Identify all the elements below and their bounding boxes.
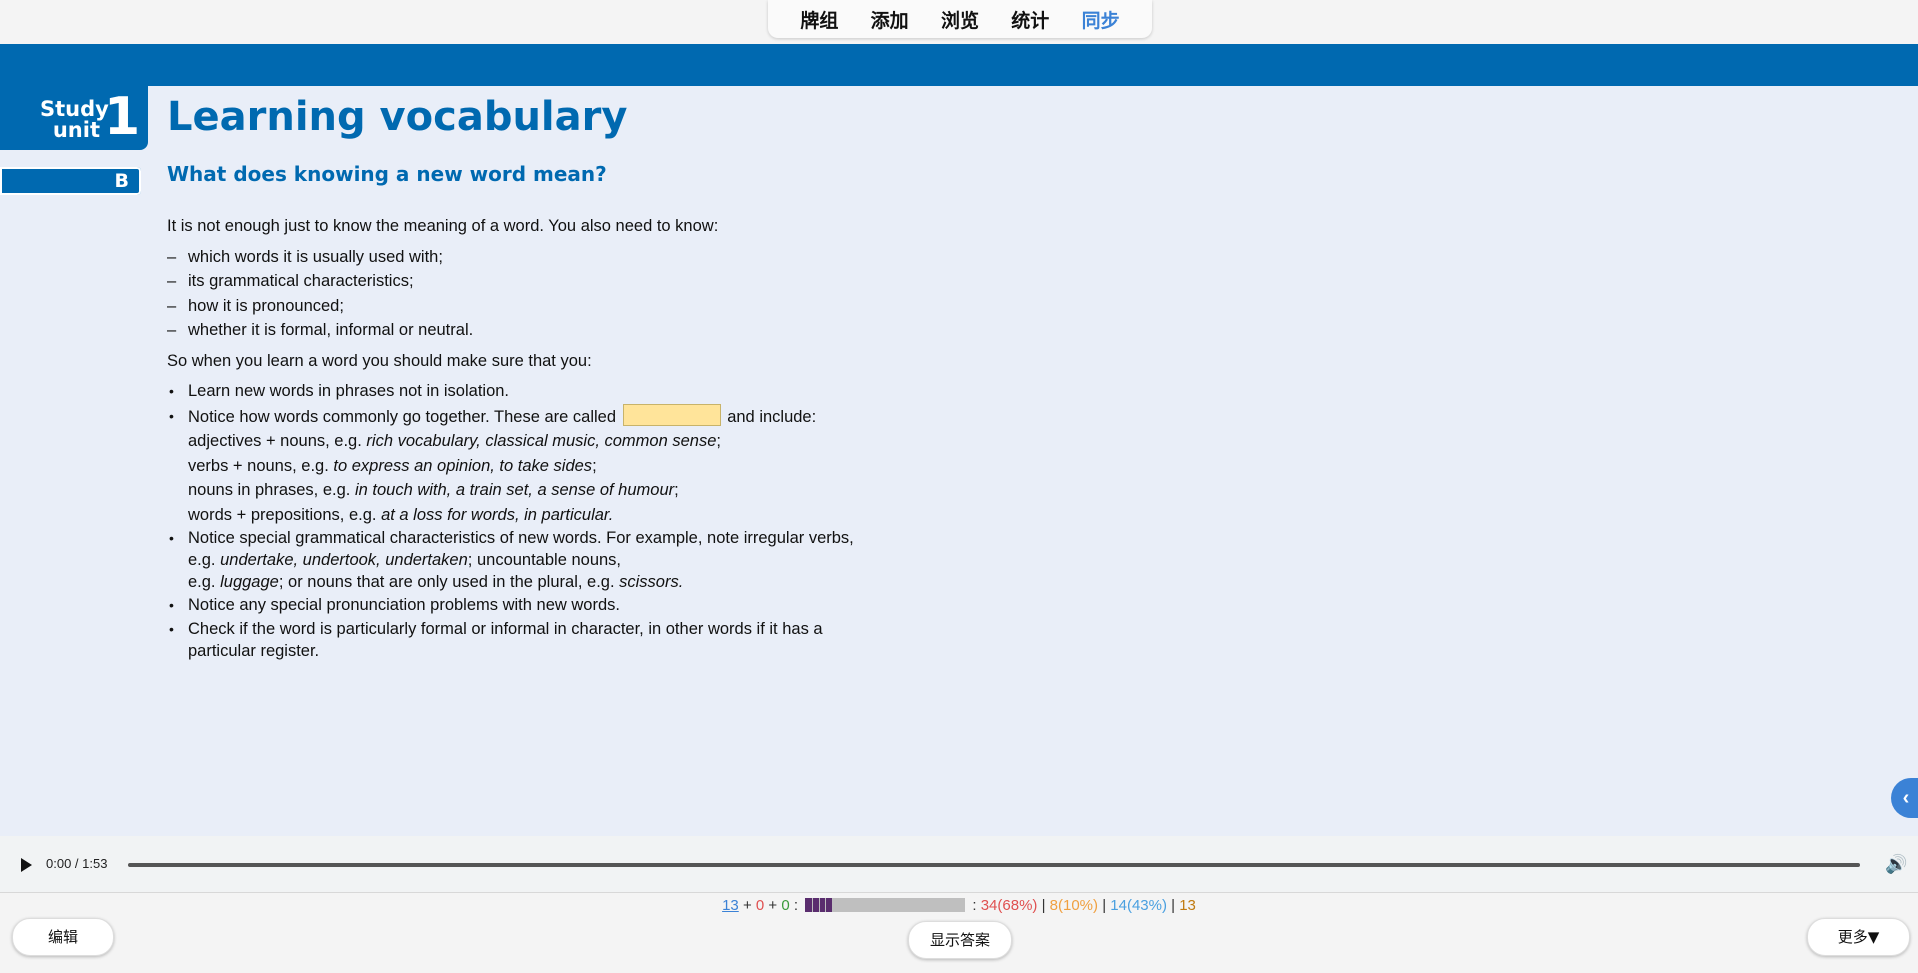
- nav-decks[interactable]: 牌组: [800, 6, 838, 33]
- header-band: [0, 44, 1918, 86]
- card-content: Study unit 1 B Learning vocabulary What …: [0, 44, 1918, 836]
- progress-segment-divider: [812, 898, 814, 912]
- list-item: its grammatical characteristics;: [167, 269, 887, 294]
- progress-segment-divider: [825, 898, 827, 912]
- bottom-bar: 13 + 0 + 0 : : 34(68%) | 8(10%) | 14(43%…: [0, 893, 1918, 973]
- review-stats: 13 + 0 + 0 : : 34(68%) | 8(10%) | 14(43%…: [722, 897, 1196, 914]
- combo-line: verbs + nouns, e.g. to express an opinio…: [188, 456, 597, 475]
- hard-stat: 8(10%): [1049, 897, 1099, 914]
- nav-stats[interactable]: 统计: [1011, 6, 1049, 33]
- list-item: how it is pronounced;: [167, 294, 887, 319]
- study-unit-label: Study unit: [40, 97, 109, 142]
- new-count[interactable]: 13: [722, 897, 739, 914]
- unit-number: 1: [104, 87, 141, 147]
- combo-line: nouns in phrases, e.g. in touch with, a …: [188, 481, 679, 499]
- section-subtitle: What does knowing a new word mean?: [167, 162, 607, 186]
- list-item: which words it is usually used with;: [167, 245, 887, 270]
- tips-list: Learn new words in phrases not in isolat…: [167, 379, 887, 662]
- edit-button[interactable]: 编辑: [12, 918, 114, 956]
- list-item: Notice special grammatical characteristi…: [167, 527, 887, 593]
- review-count: 0: [781, 897, 790, 914]
- play-icon[interactable]: [21, 858, 32, 872]
- top-nav: 牌组 添加 浏览 统计 同步: [768, 0, 1152, 38]
- audio-seek-bar[interactable]: [128, 863, 1860, 867]
- know-list: which words it is usually used with; its…: [167, 245, 887, 343]
- progress-bar: [805, 898, 966, 912]
- show-answer-button[interactable]: 显示答案: [908, 921, 1012, 959]
- cloze-blank[interactable]: [622, 403, 721, 426]
- list-item: Learn new words in phrases not in isolat…: [167, 379, 887, 404]
- progress-segment-divider: [819, 898, 821, 912]
- total-stat: 13: [1179, 897, 1196, 914]
- again-stat: 34(68%): [980, 897, 1038, 914]
- more-button[interactable]: 更多▼: [1807, 918, 1910, 956]
- list-item: Notice how words commonly go together. T…: [167, 403, 887, 528]
- section-letter: B: [114, 170, 129, 192]
- audio-player: 0:00 / 1:53 🔊: [0, 836, 1918, 893]
- good-stat: 14(43%): [1110, 897, 1167, 914]
- list-item: whether it is formal, informal or neutra…: [167, 318, 887, 343]
- audio-time: 0:00 / 1:53: [46, 856, 108, 871]
- page-title: Learning vocabulary: [167, 94, 628, 140]
- list-item: Notice any special pronunciation problem…: [167, 593, 887, 618]
- combo-line: words + prepositions, e.g. at a loss for…: [188, 505, 614, 524]
- learning-count: 0: [755, 897, 765, 914]
- body-text: It is not enough just to know the meanin…: [167, 214, 887, 668]
- nav-browse[interactable]: 浏览: [941, 6, 979, 33]
- chevron-left-icon[interactable]: ‹: [1891, 778, 1918, 818]
- volume-icon[interactable]: 🔊: [1885, 854, 1907, 875]
- so-text: So when you learn a word you should make…: [167, 351, 592, 370]
- intro-text: It is not enough just to know the meanin…: [167, 217, 719, 235]
- combo-line: adjectives + nouns, e.g. rich vocabulary…: [188, 432, 721, 450]
- list-item: Check if the word is particularly formal…: [167, 618, 887, 662]
- nav-sync[interactable]: 同步: [1082, 6, 1120, 33]
- section-tab: B: [0, 167, 141, 195]
- nav-add[interactable]: 添加: [871, 6, 909, 33]
